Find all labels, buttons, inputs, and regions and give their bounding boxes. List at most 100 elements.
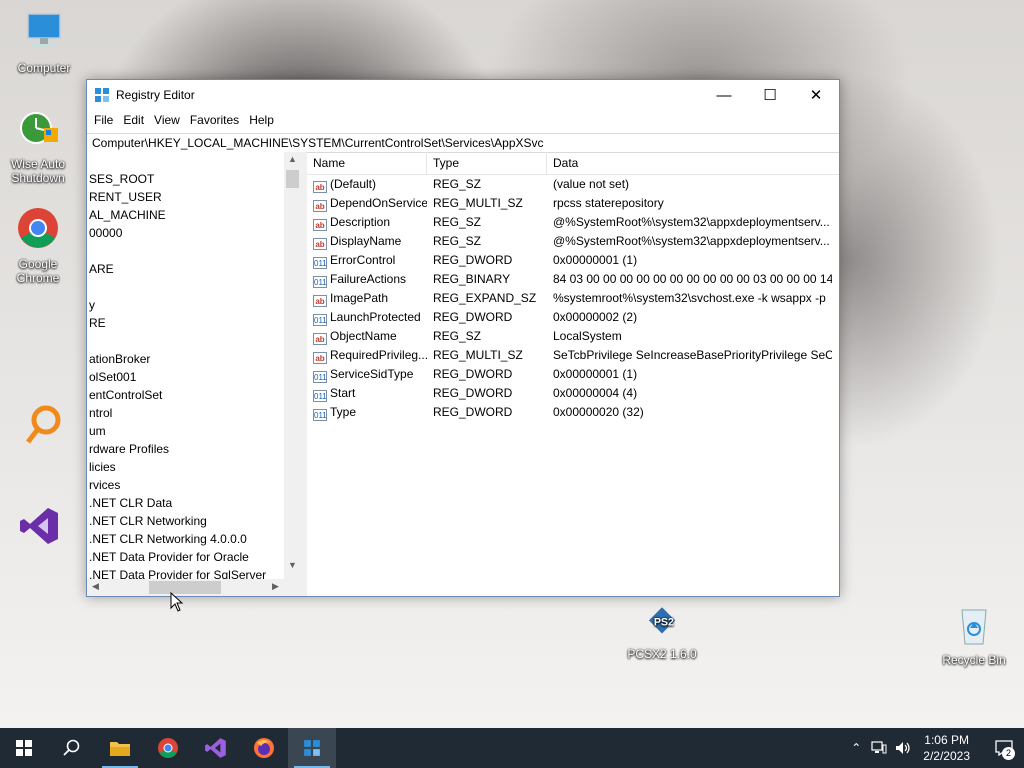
column-header-data[interactable]: Data <box>547 152 832 174</box>
desktop-icon-wise-auto-shutdown[interactable]: Wise Auto Shutdown <box>0 106 78 185</box>
list-row[interactable]: ab DependOnService REG_MULTI_SZ rpcss state… <box>307 194 839 213</box>
tree-item[interactable]: entControlSet <box>87 386 284 404</box>
scroll-thumb[interactable] <box>149 581 221 594</box>
value-type: REG_SZ <box>433 234 482 248</box>
list-row[interactable]: 011 LaunchProtected REG_DWORD 0x00000002 (2… <box>307 308 839 327</box>
taskbar-chrome[interactable] <box>144 728 192 768</box>
tree-item[interactable] <box>87 242 284 260</box>
list-row[interactable]: 011 ServiceSidType REG_DWORD 0x00000001 (1) <box>307 365 839 384</box>
menu-help[interactable]: Help <box>244 113 279 127</box>
scroll-up-icon[interactable]: ▲ <box>284 154 301 164</box>
tree-item[interactable] <box>87 332 284 350</box>
clock-icon <box>20 112 58 144</box>
tree-item[interactable]: .NET CLR Data <box>87 494 284 512</box>
chevron-up-icon[interactable]: ⌃ <box>851 741 861 755</box>
tree-item[interactable]: rdware Profiles <box>87 440 284 458</box>
tree-horizontal-scrollbar[interactable]: ◀ ▶ <box>87 579 284 596</box>
title-bar[interactable]: Registry Editor — ☐ ✕ <box>87 80 839 110</box>
tree-item[interactable]: um <box>87 422 284 440</box>
start-button[interactable] <box>0 728 48 768</box>
notifications-button[interactable]: 2 <box>984 728 1024 768</box>
tree-item[interactable] <box>87 152 284 170</box>
tree-item[interactable]: 00000 <box>87 224 284 242</box>
tree-item[interactable]: .NET CLR Networking 4.0.0.0 <box>87 530 284 548</box>
value-name-cell: ab ObjectName <box>307 327 427 346</box>
tree-item[interactable] <box>87 278 284 296</box>
desktop-icon-recycle-bin[interactable]: Recycle Bin <box>934 602 1014 667</box>
binary-value-icon: 011 <box>313 276 327 288</box>
taskbar-file-explorer[interactable] <box>96 728 144 768</box>
list-row[interactable]: 011 Type REG_DWORD 0x00000020 (32) <box>307 403 839 422</box>
list-row[interactable]: ab Description REG_SZ @%SystemRoot%\system3… <box>307 213 839 232</box>
tree-item[interactable]: RENT_USER <box>87 188 284 206</box>
value-data: rpcss staterepository <box>553 196 664 210</box>
list-row[interactable]: 011 Start REG_DWORD 0x00000004 (4) <box>307 384 839 403</box>
search-icon <box>63 739 80 756</box>
string-value-icon: ab <box>313 352 327 364</box>
value-type: REG_SZ <box>433 177 482 191</box>
close-button[interactable]: ✕ <box>793 80 839 110</box>
list-row[interactable]: ab DisplayName REG_SZ @%SystemRoot%\system3… <box>307 232 839 251</box>
network-icon[interactable] <box>871 741 887 755</box>
menu-edit[interactable]: Edit <box>118 113 149 127</box>
desktop-icon-visual-studio[interactable] <box>0 504 80 555</box>
tree-item[interactable]: RE <box>87 314 284 332</box>
tree-item[interactable]: y <box>87 296 284 314</box>
string-value-icon: ab <box>313 181 327 193</box>
minimize-button[interactable]: — <box>701 80 747 110</box>
tree-item[interactable]: rvices <box>87 476 284 494</box>
address-bar[interactable]: Computer\HKEY_LOCAL_MACHINE\SYSTEM\Curre… <box>87 133 839 153</box>
clock[interactable]: 1:06 PM 2/2/2023 <box>923 732 970 764</box>
taskbar-visual-studio[interactable] <box>192 728 240 768</box>
tree-vertical-scrollbar[interactable]: ▲ ▼ <box>284 152 301 576</box>
value-name-cell: ab RequiredPrivileg... <box>307 346 427 365</box>
desktop-icon-pcsx2[interactable]: PS2 PCSX2 1.6.0 <box>622 604 702 661</box>
list-row[interactable]: ab (Default) REG_SZ (value not set) <box>307 175 839 194</box>
value-data: 0x00000004 (4) <box>553 386 638 400</box>
tree-item[interactable]: AL_MACHINE <box>87 206 284 224</box>
menu-favorites[interactable]: Favorites <box>185 113 244 127</box>
taskbar-search-button[interactable] <box>48 728 96 768</box>
chrome-icon <box>158 738 178 758</box>
clock-time: 1:06 PM <box>924 733 969 747</box>
value-name-cell: ab DependOnService <box>307 194 427 213</box>
scroll-down-icon[interactable]: ▼ <box>284 560 301 570</box>
value-name-cell: 011 LaunchProtected <box>307 308 427 327</box>
tree-item[interactable]: ARE <box>87 260 284 278</box>
scroll-right-icon[interactable]: ▶ <box>267 581 284 592</box>
scroll-thumb[interactable] <box>286 170 299 188</box>
volume-icon[interactable] <box>895 741 911 755</box>
tree-item[interactable]: SES_ROOT <box>87 170 284 188</box>
value-data: 0x00000001 (1) <box>553 367 638 381</box>
list-row[interactable]: 011 FailureActions REG_BINARY 84 03 00 00 0… <box>307 270 839 289</box>
desktop-icon-computer[interactable]: Computer <box>4 10 84 75</box>
tree-item[interactable]: .NET CLR Networking <box>87 512 284 530</box>
desktop-icon-search-tool[interactable] <box>2 404 82 455</box>
value-name-cell: 011 Start <box>307 384 427 403</box>
clock-date: 2/2/2023 <box>923 749 970 763</box>
menu-file[interactable]: File <box>89 113 118 127</box>
taskbar-registry-editor[interactable] <box>288 728 336 768</box>
scroll-left-icon[interactable]: ◀ <box>87 581 104 592</box>
menu-view[interactable]: View <box>149 113 185 127</box>
tree-item[interactable]: ationBroker <box>87 350 284 368</box>
tree-item[interactable]: olSet001 <box>87 368 284 386</box>
list-row[interactable]: 011 ErrorControl REG_DWORD 0x00000001 (1) <box>307 251 839 270</box>
list-header: Name Type Data <box>307 152 839 175</box>
desktop-icon-chrome[interactable]: Google Chrome <box>0 206 78 285</box>
pcsx2-icon: PS2 <box>648 607 676 634</box>
column-header-name[interactable]: Name <box>307 152 427 174</box>
binary-value-icon: 011 <box>313 371 327 383</box>
tree-item[interactable]: .NET Data Provider for Oracle <box>87 548 284 566</box>
column-header-type[interactable]: Type <box>427 152 547 174</box>
list-row[interactable]: ab ImagePath REG_EXPAND_SZ %systemroot%\sys… <box>307 289 839 308</box>
taskbar-firefox[interactable] <box>240 728 288 768</box>
list-row[interactable]: ab RequiredPrivileg... REG_MULTI_SZ SeTcbPr… <box>307 346 839 365</box>
tree-item[interactable]: ntrol <box>87 404 284 422</box>
visual-studio-icon <box>205 738 226 758</box>
list-row[interactable]: ab ObjectName REG_SZ LocalSystem <box>307 327 839 346</box>
value-name-cell: 011 Type <box>307 403 427 422</box>
value-type: REG_MULTI_SZ <box>433 196 523 210</box>
maximize-button[interactable]: ☐ <box>747 80 793 110</box>
tree-item[interactable]: licies <box>87 458 284 476</box>
